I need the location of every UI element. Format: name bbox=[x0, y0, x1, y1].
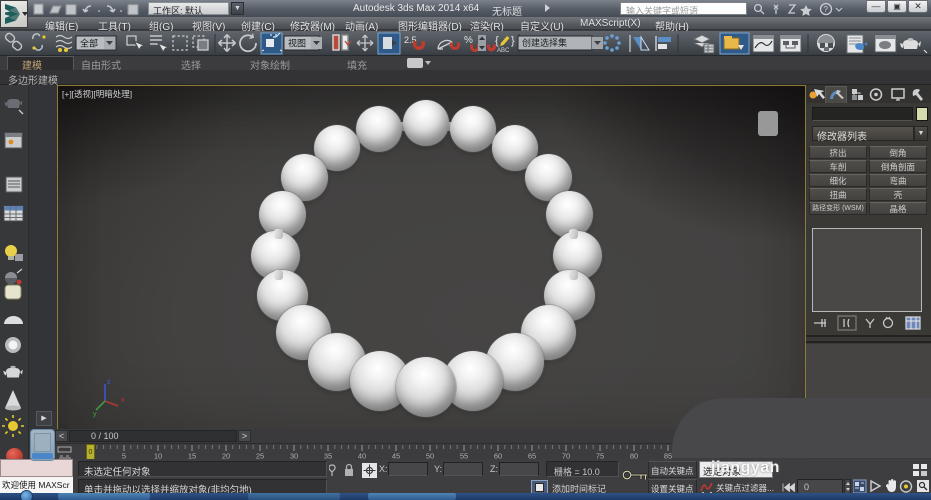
svg-text:z: z bbox=[107, 379, 111, 386]
svg-text:}: } bbox=[511, 35, 515, 47]
svg-text:x: x bbox=[121, 397, 125, 404]
svg-text:%: % bbox=[464, 35, 473, 46]
svg-text:{: { bbox=[495, 35, 499, 47]
svg-text:ABC: ABC bbox=[497, 48, 510, 54]
svg-text:视图: 视图 bbox=[288, 38, 306, 49]
svg-text:?: ? bbox=[824, 5, 829, 14]
svg-text:全部: 全部 bbox=[80, 38, 98, 49]
svg-text:y: y bbox=[93, 411, 97, 418]
svg-text:创建选择集: 创建选择集 bbox=[522, 37, 567, 48]
